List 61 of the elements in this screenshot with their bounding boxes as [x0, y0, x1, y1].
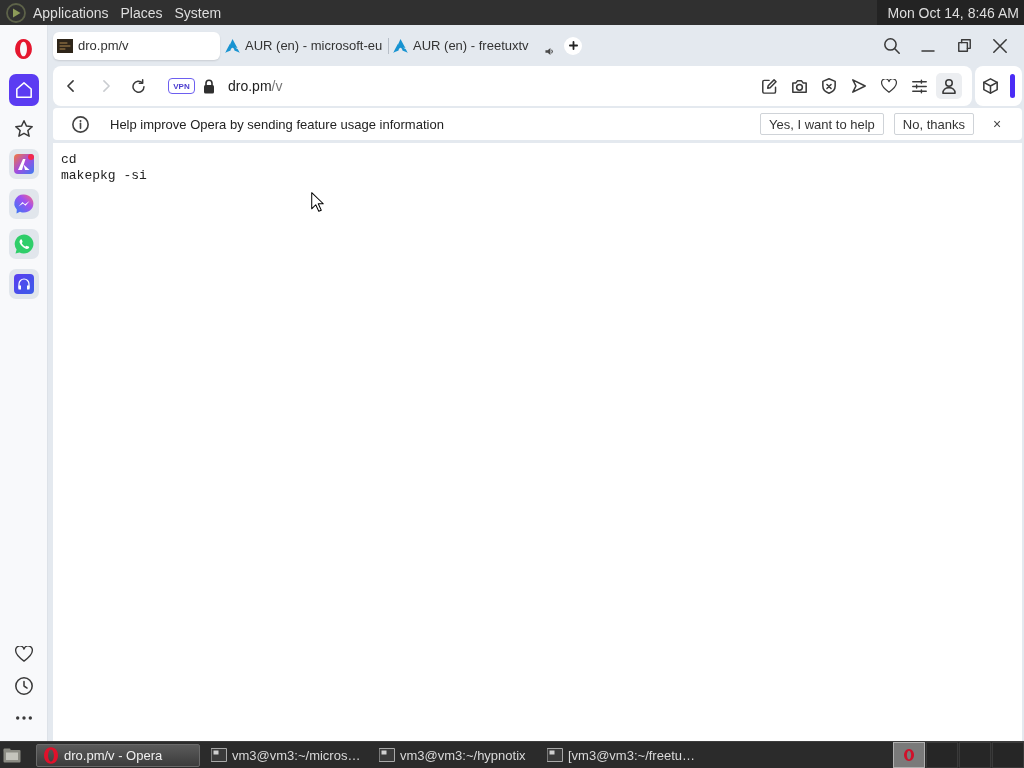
o-logo-icon: [44, 746, 58, 764]
code-line: makepkg -si: [61, 168, 147, 184]
taskbar-window-button[interactable]: dro.pm/v - Opera: [36, 743, 200, 767]
heart-icon[interactable]: [881, 79, 897, 93]
accent-bar: [1010, 74, 1015, 98]
shield-icon[interactable]: [822, 78, 836, 94]
o-logo-icon[interactable]: [15, 39, 32, 59]
peak-logo-icon: [393, 38, 408, 53]
window-icon: [211, 748, 227, 762]
home-icon: [15, 82, 32, 98]
desktop-icon[interactable]: [3, 747, 21, 763]
close-button[interactable]: ×: [988, 115, 1006, 133]
panel-logo-icon[interactable]: [6, 2, 26, 23]
camera-icon[interactable]: [791, 79, 807, 93]
restore-icon[interactable]: [957, 39, 971, 52]
browser-tab[interactable]: AUR (en) - freetuxtv: [389, 31, 556, 60]
browser-tab[interactable]: AUR (en) - microsoft-eu: [221, 31, 388, 60]
lock-icon: [203, 78, 215, 94]
chat-bubble-icon[interactable]: [8, 189, 39, 219]
more-icon[interactable]: [15, 716, 32, 720]
heart-icon[interactable]: [14, 646, 33, 662]
peak-logo-icon: [225, 38, 240, 53]
taskbar-window-button[interactable]: vm3@vm3:~/hypnotix: [372, 743, 536, 767]
arrow-tile-icon[interactable]: [8, 149, 39, 179]
star-icon: [14, 119, 33, 137]
menu-item[interactable]: System: [169, 0, 227, 25]
taskbar-window-button[interactable]: vm3@vm3:~/micros…: [204, 743, 368, 767]
workspace-button[interactable]: [893, 742, 925, 768]
browser-tab[interactable]: dro.pm/v: [53, 31, 220, 60]
accept-button[interactable]: Yes, I want to help: [760, 113, 884, 135]
info-message: Help improve Opera by sending feature usage information: [110, 116, 444, 132]
code-line: cd: [61, 152, 77, 168]
reload-icon[interactable]: [131, 79, 145, 93]
sliders-icon[interactable]: [911, 78, 927, 94]
window-icon: [547, 748, 563, 762]
close-icon[interactable]: [993, 38, 1007, 53]
clock: Mon Oct 14, 8:46 AM: [877, 0, 1024, 25]
taskbar-window-button[interactable]: [vm3@vm3:~/freetu…: [540, 743, 704, 767]
minimize-icon[interactable]: [921, 49, 935, 52]
new-tab-button[interactable]: [564, 36, 582, 55]
mouse-pointer-icon: [311, 192, 324, 212]
o-logo-icon: [904, 749, 914, 761]
vpn-badge[interactable]: VPN: [168, 78, 195, 94]
profile-button[interactable]: [936, 73, 962, 99]
person-icon: [942, 78, 956, 94]
square-favicon-icon: [57, 38, 73, 53]
pencil-square-icon[interactable]: [761, 78, 777, 94]
send-icon[interactable]: [852, 79, 866, 93]
home-button[interactable]: [8, 74, 39, 106]
decline-button[interactable]: No, thanks: [893, 113, 974, 135]
cube-icon[interactable]: [983, 78, 998, 94]
window-icon: [379, 748, 395, 762]
search-icon[interactable]: [884, 37, 900, 54]
info-icon: [72, 115, 89, 133]
menu-item[interactable]: Applications: [28, 0, 114, 25]
plus-icon: [568, 41, 578, 50]
headphones-icon[interactable]: [8, 269, 39, 299]
back-icon[interactable]: [66, 80, 74, 92]
menu-item[interactable]: Places: [115, 0, 168, 25]
clock-icon[interactable]: [14, 677, 33, 695]
address-field[interactable]: dro.pm/v: [228, 78, 752, 94]
